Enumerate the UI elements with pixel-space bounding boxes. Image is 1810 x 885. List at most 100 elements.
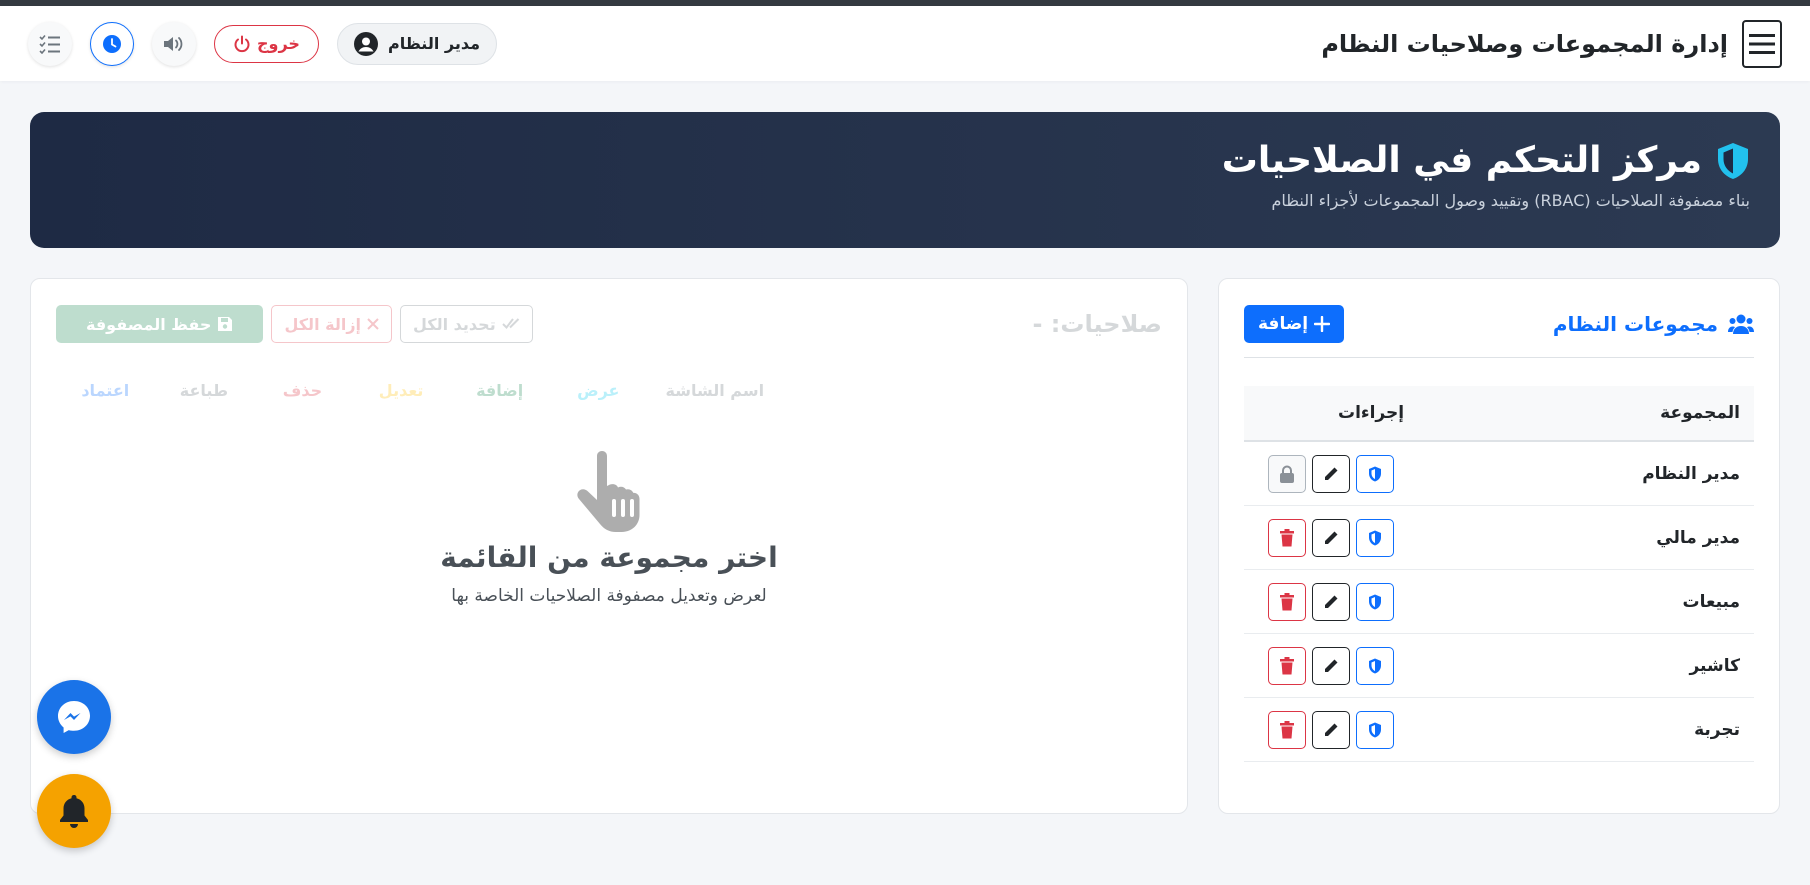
matrix-toolbar: تحديد الكل إزالة الكل حفظ المصفوفة [56, 305, 533, 343]
floppy-disk-icon [218, 317, 233, 331]
delete-group-button[interactable] [1268, 710, 1306, 749]
shield-icon [1369, 594, 1381, 609]
edit-group-button[interactable] [1312, 518, 1350, 557]
users-icon [1728, 314, 1754, 334]
logout-button[interactable]: خروج [214, 24, 319, 63]
shield-icon [1718, 142, 1748, 179]
group-permissions-button[interactable] [1356, 710, 1394, 749]
lock-icon [1280, 465, 1294, 483]
pointing-hand-icon [577, 451, 640, 532]
power-icon [234, 35, 250, 52]
trash-icon [1280, 592, 1294, 610]
messenger-icon [58, 701, 90, 733]
x-icon [367, 318, 379, 330]
bell-icon [60, 795, 88, 828]
trash-icon [1280, 528, 1294, 546]
group-permissions-button[interactable] [1356, 582, 1394, 621]
matrix-column-4: حذف [282, 381, 323, 400]
clear-all-button[interactable]: إزالة الكل [271, 305, 393, 343]
shield-icon [1369, 658, 1381, 673]
select-all-label: تحديد الكل [413, 314, 496, 334]
sound-toggle-button[interactable] [152, 21, 196, 66]
row-actions [1268, 518, 1394, 557]
groups-title: مجموعات النظام [1553, 312, 1754, 336]
group-name: تجربة [1694, 719, 1740, 740]
table-row: كاشير [1244, 634, 1754, 698]
edit-group-button[interactable] [1312, 454, 1350, 493]
table-row: مدير مالي [1244, 506, 1754, 570]
col-group: المجموعة [1660, 403, 1740, 423]
group-name: مبيعات [1682, 591, 1740, 612]
save-matrix-label: حفظ المصفوفة [86, 314, 212, 334]
matrix-column-6: اعتماد [81, 381, 130, 400]
group-name: مدير مالي [1656, 527, 1740, 548]
page-title: إدارة المجموعات وصلاحيات النظام [1321, 29, 1728, 58]
shield-icon [1369, 530, 1381, 545]
edit-group-button[interactable] [1312, 710, 1350, 749]
group-permissions-button[interactable] [1356, 518, 1394, 557]
group-permissions-button[interactable] [1356, 646, 1394, 685]
delete-group-button[interactable] [1268, 582, 1306, 621]
volume-icon [164, 36, 183, 51]
pencil-icon [1325, 467, 1338, 480]
select-all-button[interactable]: تحديد الكل [400, 305, 533, 343]
groups-title-text: مجموعات النظام [1552, 312, 1718, 336]
save-matrix-button[interactable]: حفظ المصفوفة [56, 305, 264, 343]
hero-banner: مركز التحكم في الصلاحيات بناء مصفوفة الص… [30, 112, 1780, 248]
group-name: مدير النظام [1642, 463, 1740, 484]
groups-table-header: المجموعة إجراءات [1244, 386, 1754, 442]
checklist-icon [39, 34, 60, 54]
matrix-column-5: طباعة [179, 381, 229, 400]
user-name: مدير النظام [387, 34, 480, 53]
logout-label: خروج [257, 34, 300, 53]
col-actions: إجراءات [1338, 403, 1405, 423]
history-button[interactable] [90, 21, 134, 66]
empty-state-subtitle: لعرض وتعديل مصفوفة الصلاحيات الخاصة بها [451, 586, 767, 606]
menu-toggle-button[interactable] [1742, 19, 1782, 68]
locked-group-button[interactable] [1268, 454, 1306, 493]
tasks-button[interactable] [28, 21, 72, 66]
plus-icon [1314, 316, 1331, 332]
groups-table: المجموعة إجراءات مدير النظام مدير مالي م… [1244, 386, 1754, 762]
groups-card: مجموعات النظام إضافة المجموعة إجراءات مد… [1218, 278, 1780, 814]
add-group-label: إضافة [1258, 314, 1309, 334]
add-group-button[interactable]: إضافة [1244, 305, 1345, 343]
user-avatar-icon [353, 31, 378, 56]
delete-group-button[interactable] [1268, 646, 1306, 685]
hero-subtitle: بناء مصفوفة الصلاحيات (RBAC) وتقييد وصول… [1271, 191, 1750, 210]
delete-group-button[interactable] [1268, 518, 1306, 557]
row-actions [1268, 710, 1394, 749]
row-actions [1268, 454, 1394, 493]
matrix-columns-header: اسم الشاشة عرض إضافة تعديل حذف طباعة اعتماد [56, 381, 1162, 400]
edit-group-button[interactable] [1312, 646, 1350, 685]
table-row: مبيعات [1244, 570, 1754, 634]
matrix-column-2: إضافة [476, 381, 524, 400]
nav-actions: مدير النظام خروج [28, 21, 497, 66]
pencil-icon [1325, 723, 1338, 736]
matrix-column-3: تعديل [378, 381, 424, 400]
permissions-title: صلاحيات: - [1032, 310, 1162, 338]
notifications-button[interactable] [37, 774, 111, 848]
top-navbar: إدارة المجموعات وصلاحيات النظام مدير الن… [0, 6, 1810, 81]
shield-icon [1369, 466, 1381, 481]
group-permissions-button[interactable] [1356, 454, 1394, 493]
matrix-column-1: عرض [577, 381, 620, 400]
clear-all-label: إزالة الكل [284, 314, 362, 334]
user-menu-button[interactable]: مدير النظام [336, 22, 497, 65]
table-row: تجربة [1244, 698, 1754, 762]
hero-title: مركز التحكم في الصلاحيات [1221, 140, 1702, 181]
hamburger-icon [1749, 33, 1775, 54]
pencil-icon [1325, 531, 1338, 544]
edit-group-button[interactable] [1312, 582, 1350, 621]
clock-icon [103, 34, 121, 53]
matrix-column-0: اسم الشاشة [665, 381, 765, 400]
pencil-icon [1325, 595, 1338, 608]
double-check-icon [501, 318, 519, 330]
messenger-chat-button[interactable] [37, 680, 111, 754]
pencil-icon [1325, 659, 1338, 672]
table-row: مدير النظام [1244, 442, 1754, 506]
shield-icon [1369, 722, 1381, 737]
trash-icon [1280, 656, 1294, 674]
trash-icon [1280, 720, 1294, 738]
row-actions [1268, 646, 1394, 685]
